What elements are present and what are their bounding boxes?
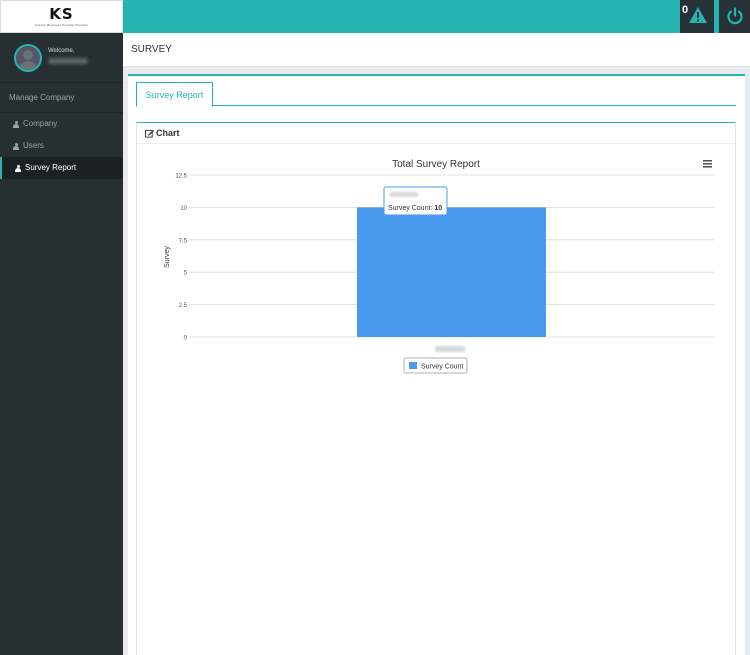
chart-tooltip: Survey Count: 10	[383, 186, 448, 216]
user-icon	[15, 164, 21, 172]
power-icon	[727, 7, 743, 25]
page-title: SURVEY	[131, 44, 172, 55]
chart-legend[interactable]: Survey Count	[403, 357, 468, 374]
y-tick-label: 12.5	[175, 174, 187, 180]
chart-panel: Chart 0 2.5 5 7.5 10 12.5 Total Survey Report…	[136, 122, 736, 655]
user-icon	[13, 120, 19, 128]
y-tick-label: 10	[180, 206, 187, 212]
y-axis-label: Survey	[164, 246, 171, 268]
top-bar: KS Custom Business Solution Provider 0	[0, 0, 750, 33]
panel-header: Chart	[137, 123, 735, 144]
edit-icon	[145, 129, 154, 138]
welcome-text: Welcome,	[48, 48, 75, 54]
logo-subtitle: Custom Business Solution Provider	[34, 22, 89, 27]
y-tick-label: 5	[184, 271, 188, 277]
sidebar-item-label: Survey Report	[25, 163, 77, 172]
nav-section-header: Manage Company	[0, 83, 123, 113]
username-redacted	[48, 58, 88, 64]
avatar	[14, 44, 42, 72]
y-tick-label: 0	[184, 336, 188, 342]
logo[interactable]: KS Custom Business Solution Provider	[0, 0, 123, 33]
logo-text: KS	[49, 4, 74, 23]
sidebar-item-users[interactable]: Users	[0, 135, 123, 157]
content-box: Survey Report Chart 0 2.5 5 7.5 10 12.5 Total…	[128, 74, 745, 655]
user-panel: Welcome,	[0, 33, 123, 83]
chart-title: Total Survey Report	[392, 159, 480, 170]
bar-chart: 0 2.5 5 7.5 10 12.5 Total Survey Report Surve…	[164, 159, 714, 374]
page-header: SURVEY	[123, 33, 750, 67]
sidebar: Welcome, Manage Company Company Users Su…	[0, 33, 123, 655]
tabs-row: Survey Report	[136, 82, 736, 107]
tab-survey-report[interactable]: Survey Report	[136, 82, 213, 107]
sidebar-item-survey-report[interactable]: Survey Report	[0, 157, 123, 179]
bar-survey-count[interactable]	[357, 207, 546, 337]
alerts-button[interactable]: 0	[680, 0, 714, 33]
chart-menu-icon[interactable]	[703, 160, 712, 168]
y-tick-label: 7.5	[179, 238, 188, 244]
logout-button[interactable]	[719, 0, 750, 33]
user-icon	[13, 142, 19, 150]
sidebar-item-label: Company	[23, 119, 58, 128]
x-category-label-redacted	[435, 346, 465, 352]
legend-label: Survey Count	[421, 364, 463, 371]
sidebar-item-label: Users	[23, 141, 44, 150]
tooltip-value: 10	[434, 205, 442, 212]
warning-icon	[689, 7, 707, 23]
sidebar-item-company[interactable]: Company	[0, 113, 123, 135]
tooltip-label: Survey Count:	[388, 205, 432, 212]
svg-text:Survey Count: 10: Survey Count: 10	[388, 205, 442, 212]
panel-title: Chart	[156, 128, 180, 138]
y-tick-label: 2.5	[179, 303, 188, 309]
